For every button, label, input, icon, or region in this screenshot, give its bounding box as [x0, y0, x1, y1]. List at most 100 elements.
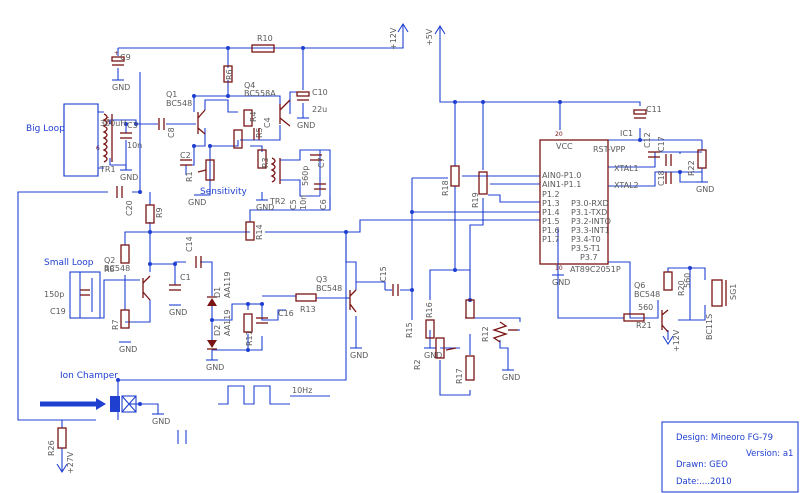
resistor-r11: R11: [243, 313, 254, 346]
ion-chamber: Ion Champer: [40, 371, 137, 413]
resistor-r10: R10: [251, 34, 275, 53]
svg-text:Q6: Q6: [634, 281, 645, 290]
svg-text:C5: C5: [289, 199, 298, 210]
capacitor-c17: C17: [657, 136, 672, 166]
svg-text:P1.7: P1.7: [542, 235, 560, 244]
capacitor-c9: + C9: [111, 50, 131, 66]
version-label: Version: a1: [746, 449, 793, 459]
svg-text:GND: GND: [297, 121, 315, 130]
svg-text:GND: GND: [502, 373, 520, 382]
capacitor-c15: C15: [379, 266, 399, 296]
svg-text:R15: R15: [405, 322, 414, 338]
svg-text:BC548: BC548: [104, 264, 130, 273]
svg-text:R18: R18: [441, 180, 450, 196]
svg-text:GND: GND: [188, 198, 206, 207]
svg-text:GND: GND: [206, 363, 224, 372]
svg-text:TR1: TR1: [99, 165, 116, 174]
svg-text:C18: C18: [657, 170, 666, 186]
buzzer-sg1: SG1 BC11S: [705, 279, 738, 340]
title-block: Design: Mineoro FG-79 Version: a1 Drawn:…: [661, 421, 799, 493]
ion-chamber-label: Ion Champer: [60, 371, 118, 381]
svg-text:20: 20: [555, 131, 563, 138]
svg-text:C6: C6: [319, 199, 328, 210]
potentiometer-r12: R12: [481, 321, 518, 343]
svg-text:P1.6: P1.6: [542, 226, 560, 235]
freq-label: 10Hz: [292, 386, 312, 395]
svg-text:C15: C15: [379, 266, 388, 282]
sensitivity-label: Sensitivity: [200, 187, 248, 197]
svg-text:Q3: Q3: [316, 275, 327, 284]
svg-text:R13: R13: [300, 305, 316, 314]
resistor-r26: R26: [47, 427, 67, 456]
svg-text:R10: R10: [257, 34, 273, 43]
big-loop: Big Loop: [26, 103, 99, 177]
capacitor-c10: C10 22u: [296, 88, 328, 114]
svg-text:R17: R17: [455, 368, 464, 384]
supply-12v-q6-label: +12V: [672, 329, 681, 352]
schematic-diagram: +12V +5V +27V +12V GND GND GND GND GND G…: [17, 22, 799, 493]
svg-text:C1: C1: [180, 273, 191, 282]
svg-text:R26: R26: [47, 440, 56, 456]
svg-text:P3.1-TXD: P3.1-TXD: [571, 208, 607, 217]
svg-text:P3.0-RXD: P3.0-RXD: [571, 199, 609, 208]
svg-text:P1.2: P1.2: [542, 190, 560, 199]
supply-12v-q6: +12V: [662, 329, 681, 352]
capacitor-c18: C18: [657, 170, 672, 186]
svg-text:XTAL1: XTAL1: [614, 164, 639, 173]
supply-27v: +27V: [56, 451, 75, 474]
resistor-r18: R18: [441, 165, 460, 196]
svg-text:C4: C4: [263, 117, 272, 128]
svg-text:10n: 10n: [127, 141, 142, 150]
svg-text:R7: R7: [111, 319, 120, 330]
date-label: Date:....2010: [676, 477, 732, 487]
svg-text:R21: R21: [636, 321, 652, 330]
svg-text:150p: 150p: [44, 290, 64, 299]
svg-text:R16: R16: [425, 302, 434, 318]
supply-5v: +5V: [425, 24, 446, 48]
resistor-r20: R20 560: [663, 271, 692, 296]
svg-text:GND: GND: [169, 308, 187, 317]
capacitor-c1: C1: [169, 273, 191, 291]
svg-text:TR2: TR2: [269, 197, 286, 206]
svg-text:D2: D2: [213, 325, 222, 336]
svg-text:C10: C10: [312, 88, 328, 97]
svg-text:GND: GND: [152, 417, 170, 426]
resistor-r19: R19: [471, 171, 488, 208]
svg-text:C2: C2: [180, 151, 191, 160]
svg-text:C9: C9: [120, 53, 131, 62]
resistor-r4: R4: [243, 109, 258, 127]
svg-text:560: 560: [638, 303, 653, 312]
svg-text:GND: GND: [696, 185, 714, 194]
capacitor-c2: C2: [180, 151, 192, 166]
svg-text:R4: R4: [249, 111, 258, 122]
svg-text:P3.7: P3.7: [580, 253, 598, 262]
ic1-microcontroller: IC1 VCC RST-VPP XTAL1 XTAL2 AIN0-P1.0 AI…: [539, 129, 639, 274]
svg-text:R19: R19: [471, 192, 480, 208]
transformer-tr2: TR2: [269, 157, 286, 206]
svg-text:GND: GND: [112, 83, 130, 92]
svg-text:R6: R6: [225, 69, 234, 80]
svg-text:SG1: SG1: [729, 284, 738, 300]
resistor-r9: R9: [145, 204, 164, 224]
capacitor-c20: C20: [116, 186, 134, 216]
svg-text:C19: C19: [50, 307, 66, 316]
capacitor-c14: C14: [185, 236, 202, 268]
svg-text:R11: R11: [245, 330, 254, 346]
transistor-q3: Q3 BC548: [316, 275, 357, 313]
svg-text:C3: C3: [127, 121, 138, 130]
capacitor-c11: C11: [633, 105, 662, 119]
svg-text:D1: D1: [213, 287, 222, 298]
svg-text:GND: GND: [350, 351, 368, 360]
svg-text:P1.5: P1.5: [542, 217, 560, 226]
svg-text:C20: C20: [125, 200, 134, 216]
resistor-r17: R17: [455, 355, 475, 384]
svg-text:10n: 10n: [299, 195, 308, 210]
design-label: Design: Mineoro FG-79: [676, 433, 773, 443]
svg-text:22u: 22u: [312, 105, 327, 114]
svg-text:AT89C2051P: AT89C2051P: [570, 265, 621, 274]
svg-text:R2: R2: [413, 359, 422, 370]
svg-text:P3.2-INTO: P3.2-INTO: [571, 217, 611, 226]
svg-text:+: +: [114, 50, 119, 57]
svg-text:C16: C16: [278, 309, 294, 318]
supply-12v-label: +12V: [389, 27, 398, 50]
